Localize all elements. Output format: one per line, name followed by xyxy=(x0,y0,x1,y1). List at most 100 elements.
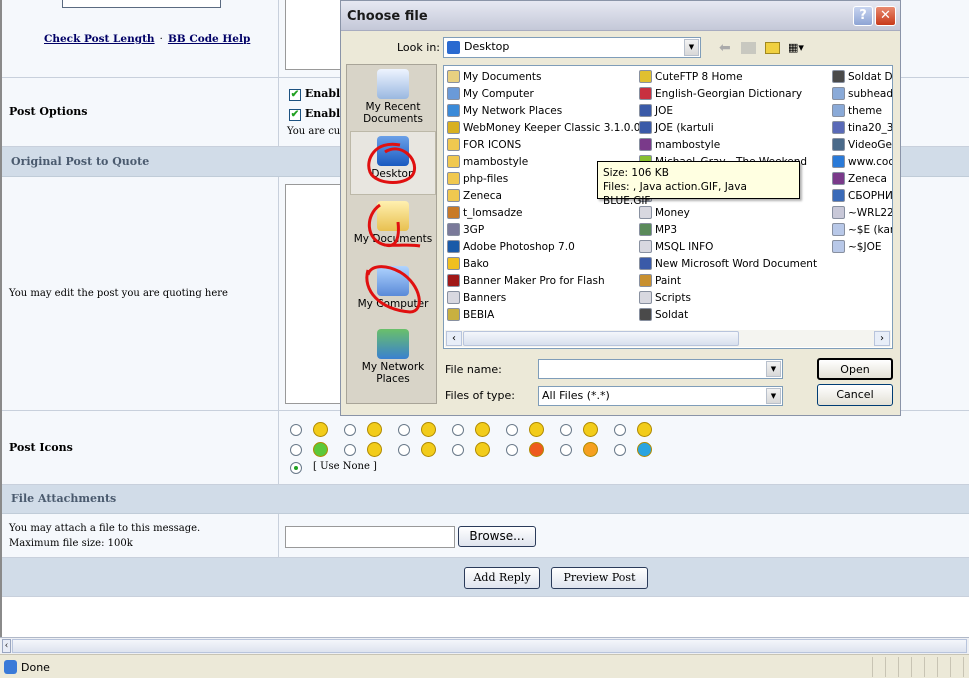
file-list-hscrollbar[interactable]: ‹ › xyxy=(445,330,891,347)
file-item[interactable]: СБОРНИ xyxy=(832,187,892,204)
file-name: ~$JOE xyxy=(848,240,882,253)
file-icon xyxy=(832,104,845,117)
file-item[interactable]: Paint xyxy=(639,272,681,289)
file-item[interactable]: Soldat xyxy=(639,306,688,323)
network-places-icon xyxy=(377,329,409,359)
post-options-label: Post Options xyxy=(9,105,88,118)
link-separator: · xyxy=(159,34,163,45)
file-icon xyxy=(832,240,845,253)
file-name: Bako xyxy=(463,257,489,270)
file-item[interactable]: Scripts xyxy=(639,289,691,306)
file-name: CuteFTP 8 Home xyxy=(655,70,743,83)
horizontal-scrollbar[interactable]: ‹ xyxy=(0,637,969,654)
up-folder-icon[interactable] xyxy=(741,42,756,54)
tooltip-files: Files: , Java action.GIF, Java BLUE.GIF xyxy=(603,181,747,207)
attach-line2: Maximum file size: 100k xyxy=(9,538,133,549)
post-icon-radio[interactable] xyxy=(452,444,464,456)
post-icon-radio[interactable] xyxy=(344,424,356,436)
checkbox-checked[interactable]: ✔ xyxy=(289,89,301,101)
file-item[interactable]: My Network Places xyxy=(447,102,562,119)
file-name: BEBIA xyxy=(463,308,495,321)
file-attachments-header: File Attachments xyxy=(2,485,969,514)
look-in-dropdown[interactable]: Desktop ▼ xyxy=(443,37,701,58)
post-icon-radio[interactable] xyxy=(398,444,410,456)
file-item[interactable]: ~WRL22 xyxy=(832,204,892,221)
file-item[interactable]: MP3 xyxy=(639,221,677,238)
file-item[interactable]: English-Georgian Dictionary xyxy=(639,85,802,102)
file-item[interactable]: My Documents xyxy=(447,68,541,85)
post-icon-radio[interactable] xyxy=(614,424,626,436)
cancel-button[interactable]: Cancel xyxy=(817,384,893,406)
file-item[interactable]: MSQL INFO xyxy=(639,238,713,255)
file-item[interactable]: VideoGet xyxy=(832,136,892,153)
post-icon-radio[interactable] xyxy=(506,424,518,436)
option-1[interactable]: ✔ Enabl xyxy=(289,87,340,101)
file-name: FOR ICONS xyxy=(463,138,522,151)
chevron-down-icon[interactable]: ▼ xyxy=(684,39,699,56)
post-icon-radio[interactable] xyxy=(398,424,410,436)
post-icon-radio[interactable] xyxy=(344,444,356,456)
post-icon-radio[interactable] xyxy=(560,424,572,436)
file-name: MP3 xyxy=(655,223,678,236)
browse-button[interactable]: Browse... xyxy=(458,526,536,547)
new-folder-icon[interactable] xyxy=(765,42,780,54)
file-item[interactable]: tina20_3 xyxy=(832,119,892,136)
file-icon xyxy=(832,189,845,202)
file-item[interactable]: ~$E (kar xyxy=(832,221,893,238)
attachment-file-input[interactable] xyxy=(285,526,455,548)
chevron-down-icon[interactable]: ▼ xyxy=(766,388,781,404)
post-icon-radio[interactable] xyxy=(506,444,518,456)
scroll-left-button[interactable]: ‹ xyxy=(2,639,11,653)
file-item[interactable]: Soldat De xyxy=(832,68,892,85)
file-item[interactable]: WebMoney Keeper Classic 3.1.0.0 xyxy=(447,119,641,136)
chevron-down-icon[interactable]: ▼ xyxy=(766,361,781,377)
post-icon-radio[interactable] xyxy=(290,424,302,436)
scroll-right-button[interactable]: › xyxy=(874,331,890,346)
post-icon-radio[interactable] xyxy=(614,444,626,456)
view-menu-icon[interactable]: ▦▾ xyxy=(788,41,804,54)
option-label: Enabl xyxy=(304,107,341,120)
check-post-length-link[interactable]: Check Post Length xyxy=(44,33,155,45)
bb-code-help-link[interactable]: BB Code Help xyxy=(168,33,250,45)
post-icon-radio[interactable] xyxy=(452,424,464,436)
close-button[interactable]: ✕ xyxy=(875,6,896,26)
scroll-left-button[interactable]: ‹ xyxy=(446,331,462,346)
preview-post-button[interactable]: Preview Post xyxy=(551,567,648,589)
file-name: Money xyxy=(655,206,690,219)
file-item[interactable]: My Computer xyxy=(447,85,534,102)
files-of-type-dropdown[interactable]: All Files (*.*) ▼ xyxy=(538,386,783,406)
file-item[interactable]: Adobe Photoshop 7.0 xyxy=(447,238,575,255)
post-icon-radio[interactable] xyxy=(290,444,302,456)
file-icon xyxy=(832,206,845,219)
file-name: Scripts xyxy=(655,291,691,304)
file-name-input[interactable]: ▼ xyxy=(538,359,783,379)
file-name: ~$E (kar xyxy=(848,223,893,236)
radio-use-none-selected[interactable] xyxy=(290,462,302,474)
file-item[interactable]: JOE (kartuli xyxy=(639,119,714,136)
post-icon-radio[interactable] xyxy=(560,444,572,456)
file-item[interactable]: CuteFTP 8 Home xyxy=(639,68,743,85)
place-my-network-places[interactable]: My Network Places xyxy=(349,329,437,385)
file-item[interactable]: ~$JOE xyxy=(832,238,881,255)
file-name: WebMoney Keeper Classic 3.1.0.0 xyxy=(463,121,641,134)
file-icon xyxy=(639,138,652,151)
file-item[interactable]: theme xyxy=(832,102,882,119)
file-name: My Network Places xyxy=(463,104,563,117)
file-item[interactable]: subheade xyxy=(832,85,892,102)
option-2[interactable]: ✔ Enabl xyxy=(289,107,340,121)
file-item[interactable]: Banner Maker Pro for Flash xyxy=(447,272,605,289)
file-item[interactable]: mambostyle xyxy=(639,136,720,153)
file-item[interactable]: Zeneca xyxy=(832,170,887,187)
checkbox-checked[interactable]: ✔ xyxy=(289,109,301,121)
scroll-thumb[interactable] xyxy=(463,331,739,346)
file-item[interactable]: www.coc xyxy=(832,153,892,170)
back-icon[interactable]: ⬅ xyxy=(719,40,731,56)
smilies-box xyxy=(62,0,221,8)
file-item[interactable]: New Microsoft Word Document xyxy=(639,255,817,272)
use-none-label: [ Use None ] xyxy=(313,461,377,472)
file-item[interactable]: JOE xyxy=(639,102,673,119)
add-reply-button[interactable]: Add Reply xyxy=(464,567,540,589)
scroll-thumb[interactable] xyxy=(12,639,967,653)
help-button[interactable]: ? xyxy=(853,6,873,26)
open-button[interactable]: Open xyxy=(817,358,893,380)
